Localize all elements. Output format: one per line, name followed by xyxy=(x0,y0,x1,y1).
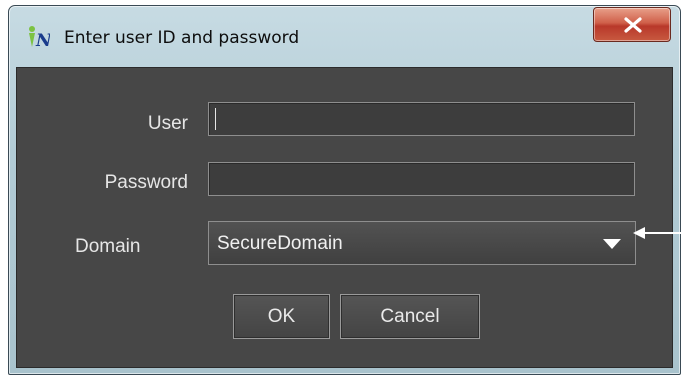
user-field[interactable] xyxy=(208,102,635,136)
password-field[interactable] xyxy=(208,162,635,196)
password-label: Password xyxy=(104,172,188,193)
login-dialog: N Enter user ID and password User Passwo… xyxy=(8,5,681,375)
close-button[interactable] xyxy=(593,7,671,42)
svg-text:N: N xyxy=(35,31,50,49)
dialog-body: User Password Domain SecureDomain OK Can… xyxy=(16,67,673,368)
app-logo-icon: N xyxy=(26,25,53,51)
title-bar[interactable]: N Enter user ID and password xyxy=(9,6,680,70)
domain-label: Domain xyxy=(75,236,141,257)
chevron-down-icon[interactable] xyxy=(603,239,621,249)
callout-arrow-icon xyxy=(633,227,690,239)
close-icon xyxy=(624,17,642,33)
cancel-button[interactable]: Cancel xyxy=(340,294,480,339)
text-caret xyxy=(215,108,216,130)
user-label: User xyxy=(147,113,188,134)
domain-selected-value: SecureDomain xyxy=(217,233,343,254)
domain-select[interactable]: SecureDomain xyxy=(208,221,636,265)
ok-button[interactable]: OK xyxy=(233,294,330,339)
dialog-title: Enter user ID and password xyxy=(64,28,300,48)
